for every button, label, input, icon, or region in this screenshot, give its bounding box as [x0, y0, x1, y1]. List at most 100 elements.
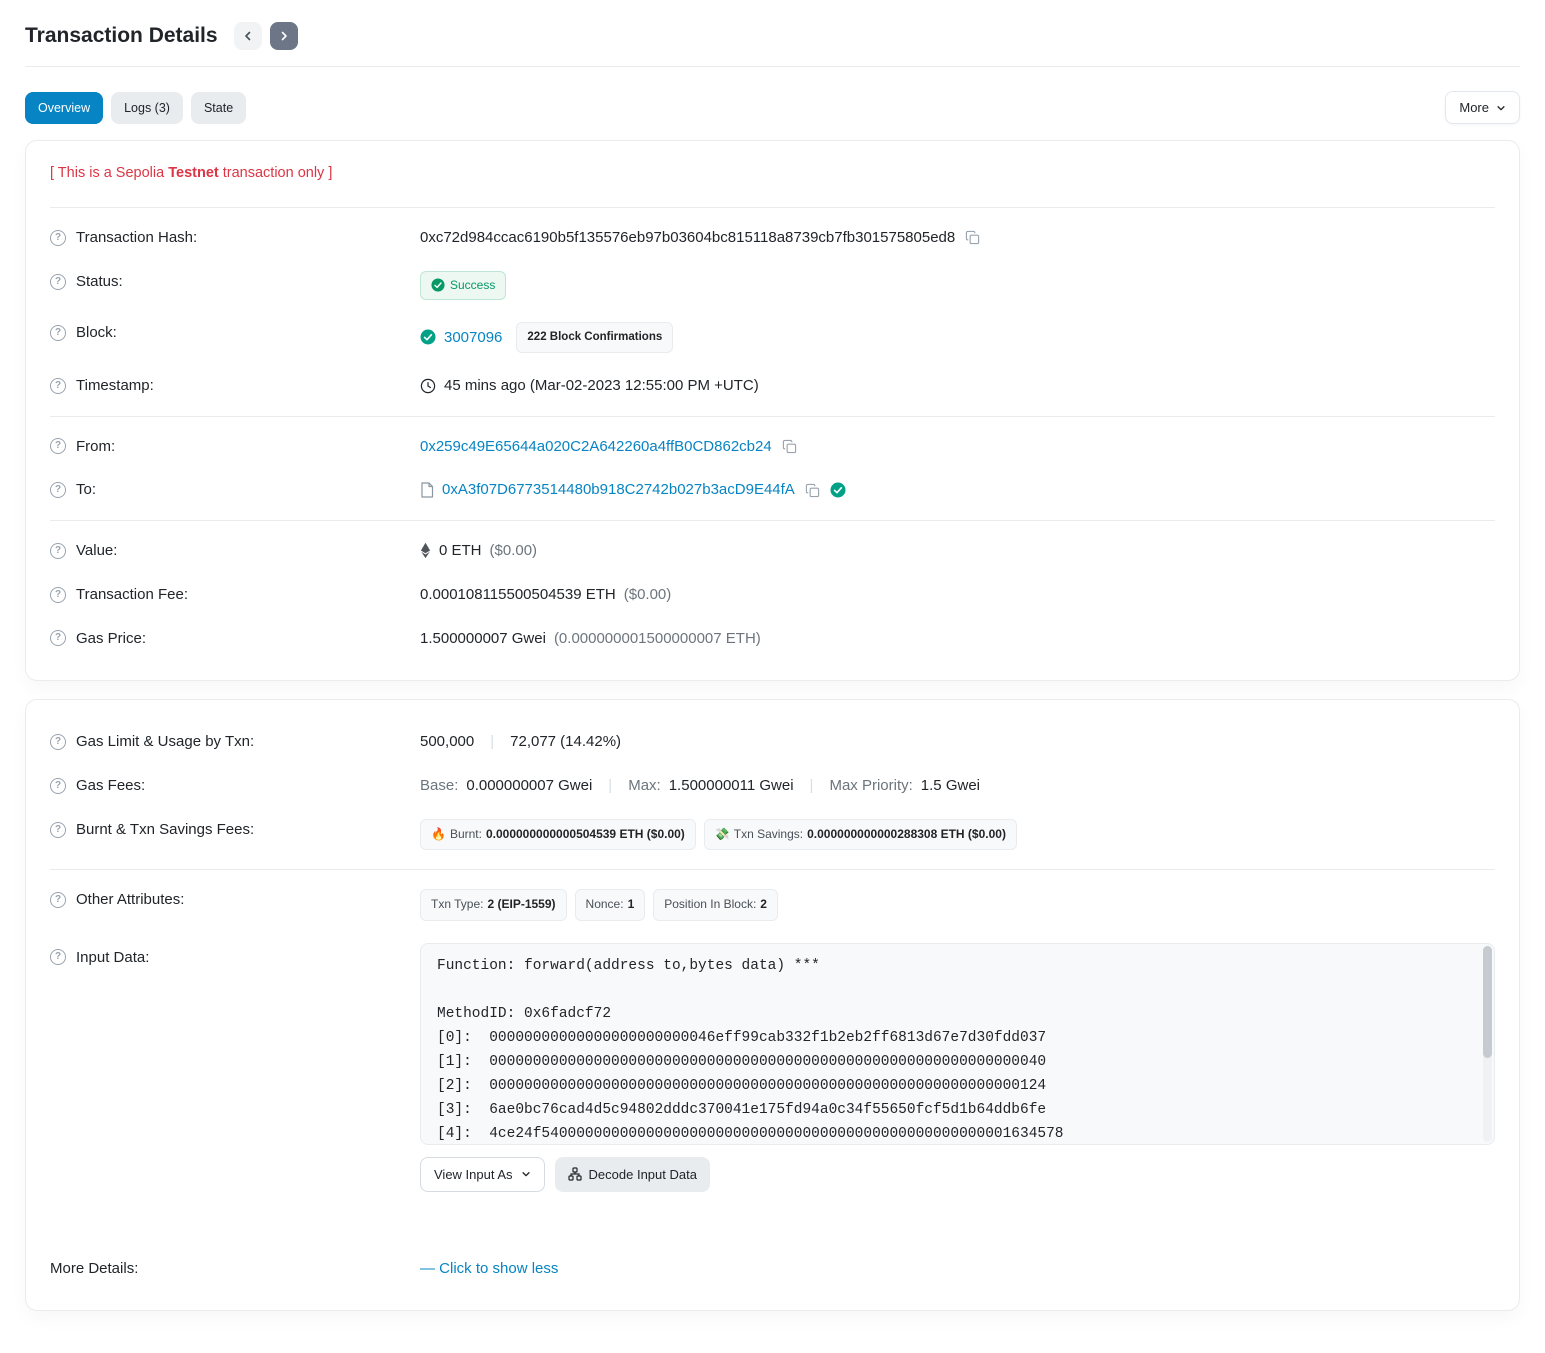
value-usd: ($0.00): [490, 540, 538, 562]
scrollbar-thumb[interactable]: [1483, 946, 1492, 1058]
position-in-block-label: Position In Block:: [664, 896, 756, 913]
gas-fees-label-group: ? Gas Fees:: [50, 775, 420, 797]
transaction-hash-label-group: ? Transaction Hash:: [50, 227, 420, 249]
more-details-label-group: More Details:: [50, 1258, 420, 1280]
divider: [50, 520, 1495, 521]
from-label: From:: [76, 436, 115, 458]
burnt-badge: 🔥 Burnt: 0.000000000000504539 ETH ($0.00…: [420, 819, 696, 850]
input-data-row: ? Input Data: Function: forward(address …: [50, 932, 1495, 1203]
status-label: Status:: [76, 271, 123, 293]
block-label: Block:: [76, 322, 117, 344]
more-details-label: More Details:: [50, 1258, 138, 1280]
more-details-value-group: — Click to show less: [420, 1258, 1495, 1280]
position-in-block-badge: Position In Block: 2: [653, 889, 778, 920]
transaction-fee-usd: ($0.00): [624, 584, 672, 606]
from-address-link[interactable]: 0x259c49E65644a020C2A642260a4ffB0CD862cb…: [420, 436, 772, 458]
max-priority-fee-value: 1.5 Gwei: [921, 775, 980, 797]
eth-icon: [420, 542, 431, 559]
page-header: Transaction Details: [25, 12, 1520, 67]
divider: [50, 207, 1495, 208]
help-icon: ?: [50, 949, 66, 965]
txn-type-value: 2 (EIP-1559): [487, 896, 555, 913]
block-label-group: ? Block:: [50, 322, 420, 344]
other-attributes-row: ? Other Attributes: Txn Type: 2 (EIP-155…: [50, 878, 1495, 931]
verified-check-icon: [830, 482, 846, 498]
notice-testnet: Testnet: [168, 165, 219, 181]
view-input-as-label: View Input As: [434, 1167, 513, 1182]
contract-file-icon: [420, 482, 434, 498]
value-value-group: 0 ETH ($0.00): [420, 540, 1495, 562]
nonce-value: 1: [628, 896, 635, 913]
more-button[interactable]: More: [1445, 91, 1520, 124]
help-icon: ?: [50, 378, 66, 394]
timestamp-value-group: 45 mins ago (Mar-02-2023 12:55:00 PM +UT…: [420, 375, 1495, 397]
notice-suffix: transaction only ]: [219, 165, 333, 181]
separator: |: [802, 775, 822, 797]
txn-savings-badge-value: 0.000000000000288308 ETH ($0.00): [807, 826, 1006, 843]
help-icon: ?: [50, 778, 66, 794]
gas-price-eth: (0.000000001500000007 ETH): [554, 628, 761, 650]
position-in-block-value: 2: [760, 896, 767, 913]
gas-fees-label: Gas Fees:: [76, 775, 145, 797]
gas-price-value-group: 1.500000007 Gwei (0.000000001500000007 E…: [420, 628, 1495, 650]
fire-icon: 🔥: [431, 826, 446, 843]
money-wings-icon: 💸: [715, 826, 730, 843]
next-transaction-button[interactable]: [270, 22, 298, 50]
check-circle-icon: [420, 329, 436, 345]
help-icon: ?: [50, 230, 66, 246]
decode-input-data-button[interactable]: Decode Input Data: [555, 1157, 710, 1192]
nonce-badge: Nonce: 1: [575, 889, 646, 920]
to-label: To:: [76, 479, 96, 501]
help-icon: ?: [50, 822, 66, 838]
copy-from-address-button[interactable]: [780, 437, 799, 456]
copy-transaction-hash-button[interactable]: [963, 228, 982, 247]
input-data-label-group: ? Input Data:: [50, 943, 420, 969]
block-number-link[interactable]: 3007096: [444, 327, 502, 349]
input-data-box[interactable]: Function: forward(address to,bytes data)…: [420, 943, 1495, 1145]
decode-input-data-label: Decode Input Data: [589, 1167, 697, 1182]
notice-prefix: [ This is a Sepolia: [50, 165, 168, 181]
copy-icon: [965, 230, 980, 245]
tabs-row: Overview Logs (3) State More: [25, 91, 1520, 124]
prev-transaction-button[interactable]: [234, 22, 262, 50]
transaction-fee-label-group: ? Transaction Fee:: [50, 584, 420, 606]
input-data-label: Input Data:: [76, 947, 149, 969]
to-address-link[interactable]: 0xA3f07D6773514480b918C2742b027b3acD9E44…: [442, 479, 795, 501]
help-icon: ?: [50, 587, 66, 603]
help-icon: ?: [50, 734, 66, 750]
to-row: ? To: 0xA3f07D6773514480b918C2742b027b3a…: [50, 468, 1495, 512]
from-value-group: 0x259c49E65644a020C2A642260a4ffB0CD862cb…: [420, 436, 1495, 458]
base-fee-label: Base:: [420, 775, 458, 797]
view-input-as-button[interactable]: View Input As: [420, 1157, 545, 1192]
help-icon: ?: [50, 325, 66, 341]
to-label-group: ? To:: [50, 479, 420, 501]
show-less-link[interactable]: — Click to show less: [420, 1258, 558, 1280]
testnet-notice: [ This is a Sepolia Testnet transaction …: [50, 161, 1495, 199]
help-icon: ?: [50, 630, 66, 646]
transaction-hash-row: ? Transaction Hash: 0xc72d984ccac6190b5f…: [50, 216, 1495, 260]
to-value-group: 0xA3f07D6773514480b918C2742b027b3acD9E44…: [420, 479, 1495, 501]
block-confirmations-badge: 222 Block Confirmations: [516, 322, 673, 353]
copy-to-address-button[interactable]: [803, 481, 822, 500]
chevron-down-icon: [521, 1169, 531, 1179]
timestamp-row: ? Timestamp: 45 mins ago (Mar-02-2023 12…: [50, 364, 1495, 408]
separator: |: [600, 775, 620, 797]
tab-state[interactable]: State: [191, 92, 246, 124]
check-circle-icon: [431, 278, 445, 292]
value-amount: 0 ETH: [439, 540, 482, 562]
other-attributes-label-group: ? Other Attributes:: [50, 889, 420, 911]
decode-icon: [568, 1167, 582, 1181]
transaction-details-page: Transaction Details Overview Logs (3) St…: [0, 0, 1545, 1353]
divider: [50, 416, 1495, 417]
clock-icon: [420, 378, 436, 394]
burnt-badge-value: 0.000000000000504539 ETH ($0.00): [486, 826, 685, 843]
timestamp-label-group: ? Timestamp:: [50, 375, 420, 397]
tab-logs[interactable]: Logs (3): [111, 92, 183, 124]
overview-card: [ This is a Sepolia Testnet transaction …: [25, 140, 1520, 681]
help-icon: ?: [50, 543, 66, 559]
tab-overview[interactable]: Overview: [25, 92, 103, 124]
more-button-label: More: [1459, 100, 1489, 115]
txn-type-badge: Txn Type: 2 (EIP-1559): [420, 889, 567, 920]
nonce-label: Nonce:: [586, 896, 624, 913]
max-fee-value: 1.500000011 Gwei: [669, 775, 794, 797]
